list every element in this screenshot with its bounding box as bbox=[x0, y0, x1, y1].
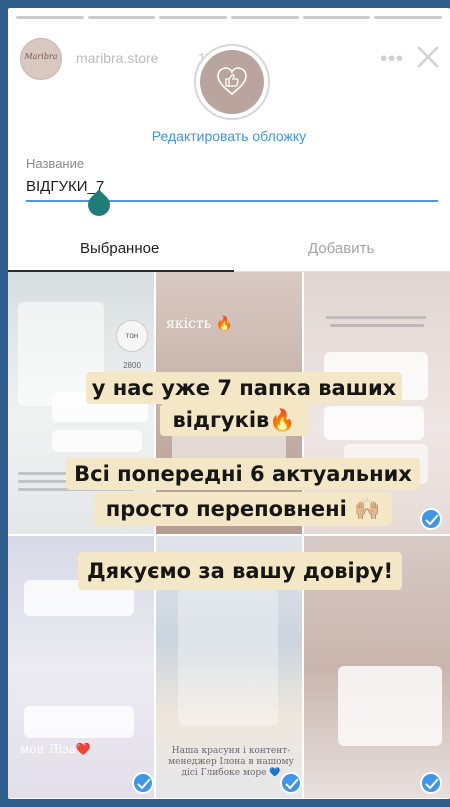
tile-caption: мон Ліза❤️ bbox=[20, 742, 91, 756]
story-progress bbox=[16, 16, 443, 19]
more-options-icon[interactable]: ••• bbox=[380, 48, 404, 71]
tile-text-line bbox=[326, 316, 426, 319]
progress-segment bbox=[16, 16, 84, 19]
overlay-text-line: Всі попередні 6 актуальних bbox=[66, 458, 420, 490]
tab-bar: Выбранное Добавить bbox=[8, 232, 450, 272]
overlay-text-line: у нас уже 7 папка ваших bbox=[86, 372, 402, 404]
progress-segment bbox=[302, 16, 371, 19]
overlay-text-line: просто переповнені 🙌🏼 bbox=[94, 492, 392, 526]
selected-check-icon[interactable] bbox=[132, 772, 154, 794]
tile-price-tag: тон 2800 bbox=[116, 320, 148, 370]
tab-selected[interactable]: Выбранное bbox=[80, 240, 159, 257]
story-screen: Maribra maribra.store 19ч. ••• Редактиро… bbox=[8, 8, 450, 799]
avatar[interactable]: Maribra bbox=[20, 38, 62, 80]
progress-segment bbox=[374, 16, 443, 19]
tile-caption: Наша красуня і контент-менеджер Ілона в … bbox=[168, 746, 294, 778]
tile-message bbox=[24, 706, 134, 738]
tile-photo bbox=[178, 588, 278, 726]
tile-message bbox=[52, 430, 142, 452]
overlay-text-line: відгуків🔥 bbox=[160, 404, 308, 436]
highlight-cover[interactable] bbox=[194, 44, 270, 120]
overlay-text-line: Дякуємо за вашу довіру! bbox=[78, 552, 402, 590]
selected-check-icon[interactable] bbox=[420, 508, 442, 530]
edit-cover-link[interactable]: Редактировать обложку bbox=[8, 128, 450, 144]
progress-segment bbox=[87, 16, 156, 19]
tile-caption: якість 🔥 bbox=[166, 316, 234, 332]
close-icon[interactable] bbox=[415, 44, 441, 70]
name-label: Название bbox=[26, 156, 85, 171]
tile-message bbox=[338, 666, 442, 746]
selected-check-icon[interactable] bbox=[280, 772, 302, 794]
name-input[interactable]: ВІДГУКИ_7 bbox=[26, 178, 104, 195]
cover-image bbox=[200, 50, 264, 114]
progress-segment bbox=[231, 16, 299, 19]
heart-thumbs-icon bbox=[217, 67, 247, 96]
username[interactable]: maribra.store bbox=[76, 50, 158, 66]
avatar-logo-text: Maribra bbox=[24, 52, 58, 61]
story-grid: тон 2800 якість 🔥 мон Ліза❤️ Наша красун… bbox=[8, 272, 450, 799]
tile-message bbox=[324, 406, 424, 440]
selected-check-icon[interactable] bbox=[420, 772, 442, 794]
tile-text-line bbox=[330, 324, 424, 327]
progress-segment bbox=[159, 16, 228, 19]
tab-add[interactable]: Добавить bbox=[308, 240, 374, 257]
